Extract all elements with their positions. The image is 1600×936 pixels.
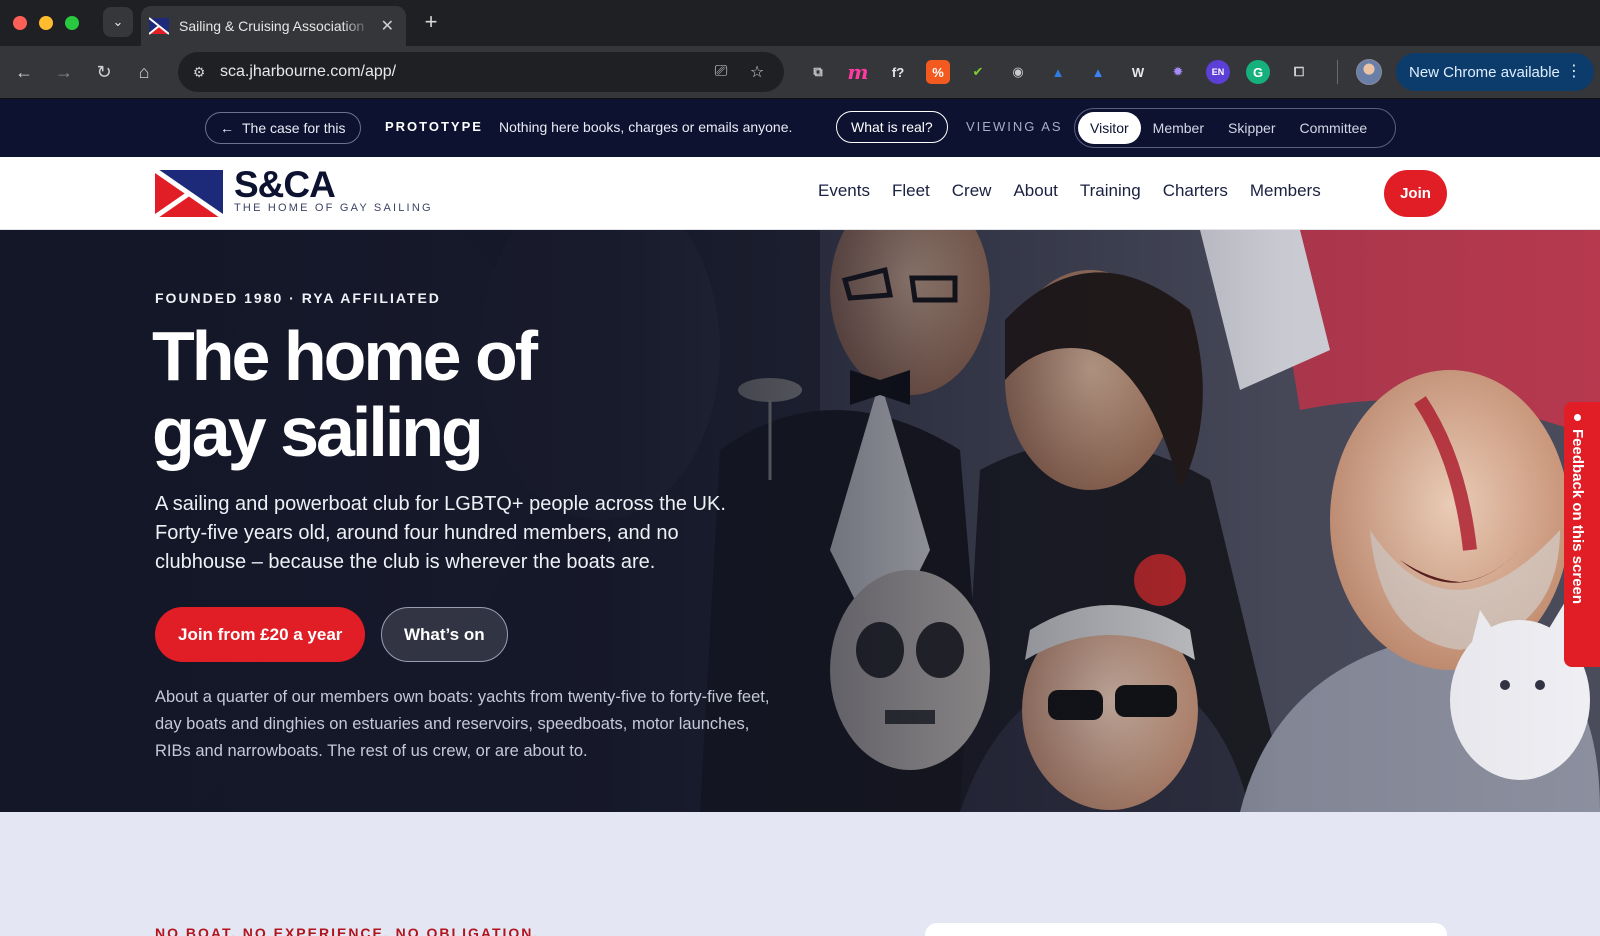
chevron-down-icon: ⌄ bbox=[112, 14, 124, 29]
arrow-left-icon: ← bbox=[220, 120, 234, 136]
hero-section: FOUNDED 1980 · RYA AFFILIATED The home o… bbox=[0, 230, 1600, 812]
extension-camera-icon[interactable]: ◉ bbox=[1006, 60, 1030, 84]
extension-triangle-a-icon[interactable]: ▲ bbox=[1046, 60, 1070, 84]
brand-name[interactable]: S&CA bbox=[234, 164, 336, 206]
case-for-this-button[interactable]: ← The case for this bbox=[205, 112, 361, 144]
url-text[interactable]: sca.jharbourne.com/app/ bbox=[220, 63, 396, 81]
install-app-icon[interactable]: ⎚ bbox=[710, 61, 732, 83]
role-committee[interactable]: Committee bbox=[1287, 112, 1379, 144]
join-button[interactable]: Join bbox=[1384, 170, 1447, 217]
feedback-tab[interactable]: Feedback on this screen bbox=[1564, 402, 1600, 667]
extension-gear-icon[interactable]: ✹ bbox=[1166, 60, 1190, 84]
feedback-label: Feedback on this screen bbox=[1569, 429, 1586, 605]
hero-note: About a quarter of our members own boats… bbox=[155, 688, 770, 760]
extension-en-icon[interactable]: EN bbox=[1206, 60, 1230, 84]
window-maximize-button[interactable] bbox=[65, 16, 79, 30]
address-bar[interactable]: ⚙ sca.jharbourne.com/app/ ⎚ ☆ bbox=[178, 52, 784, 92]
browser-tab-strip: ⌄ Sailing & Cruising Association ✕ + bbox=[0, 0, 1600, 46]
extension-puzzle-icon[interactable]: ⧠ bbox=[1287, 60, 1311, 84]
nav-fleet[interactable]: Fleet bbox=[892, 181, 930, 201]
what-is-real-button[interactable]: What is real? bbox=[836, 111, 948, 143]
nav-events[interactable]: Events bbox=[818, 181, 870, 201]
hero-title-line-1: The home of bbox=[152, 317, 538, 395]
tab-close-icon[interactable]: ✕ bbox=[381, 16, 394, 36]
toolbar-divider bbox=[1337, 60, 1338, 84]
prototype-disclaimer: Nothing here books, charges or emails an… bbox=[499, 119, 793, 135]
intro-card bbox=[925, 923, 1447, 936]
join-from-button[interactable]: Join from £20 a year bbox=[155, 607, 366, 662]
profile-avatar[interactable] bbox=[1356, 59, 1382, 85]
feedback-inner: Feedback on this screen bbox=[1569, 414, 1586, 604]
role-switcher: Visitor Member Skipper Committee bbox=[1074, 108, 1396, 148]
whats-on-button[interactable]: What’s on bbox=[381, 607, 508, 662]
prototype-bar: ← The case for this PROTOTYPE Nothing he… bbox=[0, 99, 1600, 157]
extension-formula-icon[interactable]: f? bbox=[886, 60, 910, 84]
viewing-as-label: VIEWING AS bbox=[966, 119, 1063, 134]
nav-about[interactable]: About bbox=[1013, 181, 1057, 201]
nav-members[interactable]: Members bbox=[1250, 181, 1321, 201]
site-info-icon[interactable]: ⚙ bbox=[188, 61, 210, 83]
favicon-flag-icon bbox=[149, 17, 169, 35]
window-close-button[interactable] bbox=[13, 16, 27, 30]
role-visitor[interactable]: Visitor bbox=[1078, 112, 1141, 144]
window-minimize-button[interactable] bbox=[39, 16, 53, 30]
extension-translate-icon[interactable]: ⧉ bbox=[806, 60, 830, 84]
tab-search-button[interactable]: ⌄ bbox=[103, 7, 133, 37]
main-navigation: Events Fleet Crew About Training Charters Memb… bbox=[818, 181, 1321, 201]
extension-triangle-b-icon[interactable]: ▲ bbox=[1086, 60, 1110, 84]
reload-icon[interactable]: ↻ bbox=[91, 59, 117, 85]
brand-tagline: THE HOME OF GAY SAILING bbox=[234, 202, 433, 214]
intro-eyebrow: NO BOAT. NO EXPERIENCE. NO OBLIGATION. bbox=[155, 925, 540, 936]
forward-arrow-icon[interactable]: → bbox=[51, 59, 77, 85]
extension-color-check-icon[interactable]: ✔ bbox=[966, 60, 990, 84]
intro-section: NO BOAT. NO EXPERIENCE. NO OBLIGATION. bbox=[0, 812, 1600, 936]
hero-eyebrow: FOUNDED 1980 · RYA AFFILIATED bbox=[155, 290, 441, 306]
back-arrow-icon[interactable]: ← bbox=[11, 59, 37, 85]
nav-training[interactable]: Training bbox=[1080, 181, 1141, 201]
hero-title-line-2: gay sailing bbox=[152, 393, 484, 471]
feedback-dot-icon bbox=[1574, 414, 1581, 421]
new-tab-button[interactable]: + bbox=[418, 9, 444, 35]
hero-lead: A sailing and powerboat club for LGBTQ+ … bbox=[155, 493, 726, 573]
site-header: S&CA THE HOME OF GAY SAILING Events Fleet… bbox=[0, 157, 1600, 230]
extension-grammarly-icon[interactable]: G bbox=[1246, 60, 1270, 84]
browser-tab-active[interactable]: Sailing & Cruising Association ✕ bbox=[141, 6, 406, 46]
new-chrome-available-button[interactable]: New Chrome available ⋮ bbox=[1396, 53, 1594, 91]
bookmark-star-icon[interactable]: ☆ bbox=[746, 61, 768, 83]
home-icon[interactable]: ⌂ bbox=[131, 59, 157, 85]
case-for-this-label: The case for this bbox=[242, 120, 346, 136]
role-skipper[interactable]: Skipper bbox=[1216, 112, 1287, 144]
browser-toolbar: ← → ↻ ⌂ ⚙ sca.jharbourne.com/app/ ⎚ ☆ ⧉ m… bbox=[0, 46, 1600, 99]
nav-charters[interactable]: Charters bbox=[1163, 181, 1228, 201]
update-label: New Chrome available bbox=[1409, 63, 1560, 81]
prototype-label: PROTOTYPE bbox=[385, 119, 483, 134]
extension-percent-icon[interactable]: % bbox=[926, 60, 950, 84]
what-is-real-label: What is real? bbox=[851, 119, 933, 135]
more-menu-icon[interactable]: ⋮ bbox=[1566, 61, 1582, 81]
role-member[interactable]: Member bbox=[1141, 112, 1216, 144]
tab-title: Sailing & Cruising Association bbox=[179, 18, 365, 34]
extension-m-icon[interactable]: m bbox=[846, 60, 870, 84]
sca-flag-logo[interactable] bbox=[155, 170, 223, 217]
hero-title: The home of gay sailing bbox=[152, 318, 712, 470]
nav-crew[interactable]: Crew bbox=[952, 181, 992, 201]
extension-w-icon[interactable]: W bbox=[1126, 60, 1150, 84]
